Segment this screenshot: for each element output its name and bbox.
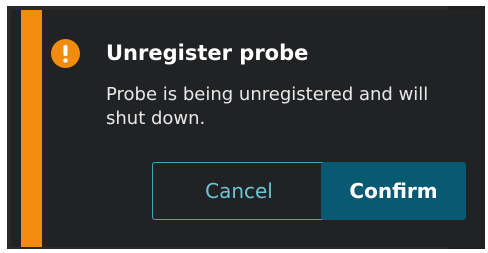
exclamation-icon [51, 39, 80, 68]
confirm-button[interactable]: Confirm [321, 162, 466, 220]
unregister-probe-dialog: Unregister probe Probe is being unregist… [11, 10, 484, 247]
warning-accent-bar [21, 10, 42, 247]
dialog-message: Probe is being unregistered and will shu… [106, 84, 429, 129]
cancel-button[interactable]: Cancel [152, 162, 326, 220]
dialog-title: Unregister probe [106, 41, 309, 65]
